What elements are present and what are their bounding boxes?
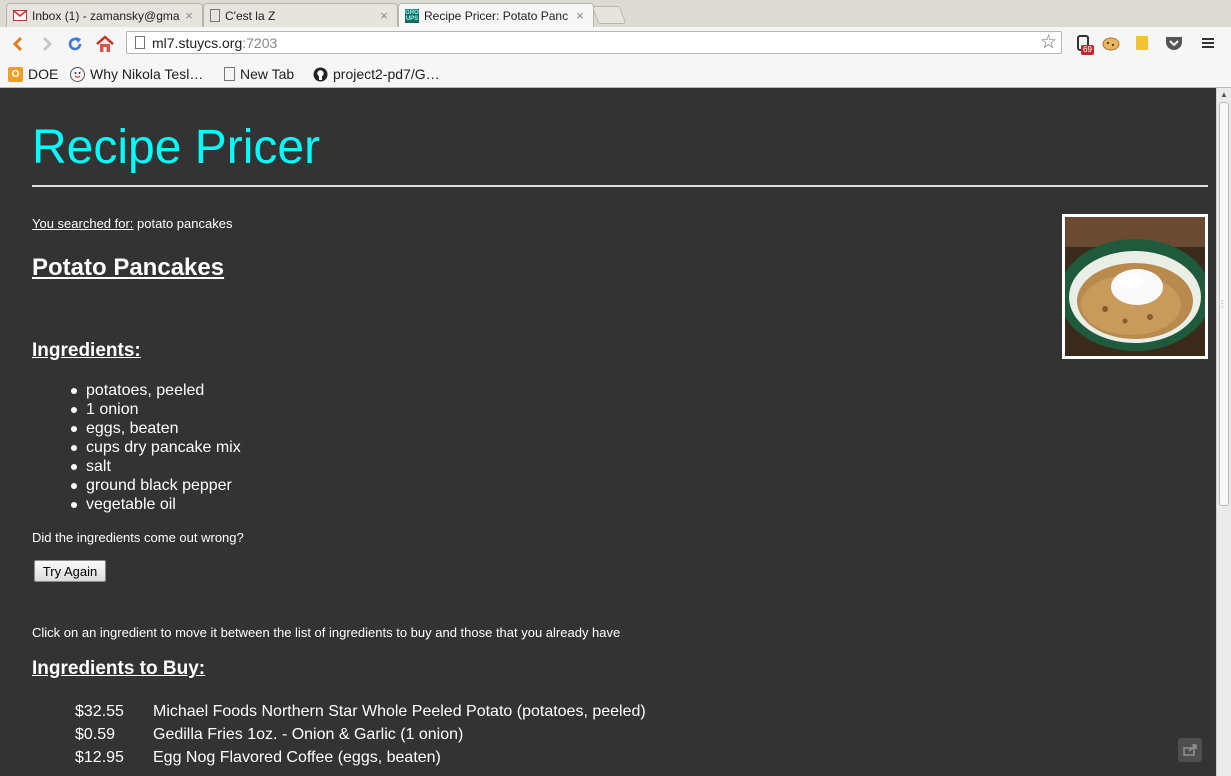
face-icon [70,66,85,82]
new-tab-button[interactable] [591,6,627,24]
page-icon [135,36,145,49]
bookmark-label: DOE [28,66,59,82]
extension-badge: 69 [1081,45,1094,55]
scroll-up-icon[interactable]: ▲ [1220,90,1228,99]
doe-icon: O [8,66,23,82]
url-host: ml7.stuycs.org [152,35,243,51]
ingredients-list: potatoes, peeled 1 onion eggs, beaten cu… [71,381,241,514]
bookmark-label: New Tab [240,66,295,82]
buy-item-row[interactable]: $12.95 Egg Nog Flavored Coffee (eggs, be… [75,748,646,771]
url-text[interactable]: ml7.stuycs.org:7203 [152,35,277,51]
ingredient-item: ground black pepper [71,476,241,495]
divider [32,185,1208,187]
bookmark-label: project2-pd7/G… [333,66,440,82]
bookmark-label: Why Nikola Tesl… [90,66,204,82]
grip-icon: --- [1221,296,1224,311]
buy-item-description: Gedilla Fries 1oz. - Onion & Garlic (1 o… [153,726,464,743]
ingredients-to-buy-heading: Ingredients to Buy: [32,658,206,679]
ingredient-item: salt [71,457,241,476]
buy-item-price: $32.55 [75,703,124,720]
ingredient-item: eggs, beaten [71,419,241,438]
reload-icon[interactable] [63,32,87,56]
vertical-scrollbar[interactable]: ▲ --- [1216,88,1231,776]
cookie-extension-icon[interactable] [1101,33,1121,53]
home-icon[interactable] [93,32,117,56]
bookmark-project2[interactable]: project2-pd7/G… [313,64,440,84]
groups-icon: GRO UPS [405,8,419,23]
ingredient-item: 1 onion [71,400,241,419]
github-icon [313,67,328,82]
notes-extension-icon[interactable] [1132,33,1152,53]
recipe-title[interactable]: Potato Pancakes [32,254,224,282]
instructions-text: Click on an ingredient to move it betwee… [32,625,621,640]
bookmark-new-tab[interactable]: New Tab [224,64,294,84]
tab-title: C'est la Z [225,8,276,23]
buy-item-description: Egg Nog Flavored Coffee (eggs, beaten) [153,749,441,766]
search-summary: You searched for: potato pancakes [32,216,232,231]
page-content: Recipe Pricer You searched for: potato p… [0,88,1216,776]
back-icon[interactable] [6,32,30,56]
bookmarks-bar: O DOE Why Nikola Tesl… New Tab project2-… [0,62,1231,88]
close-icon[interactable]: × [377,8,391,23]
pocket-icon[interactable] [1164,33,1184,53]
buy-item-price: $0.59 [75,726,116,743]
ingredient-item: vegetable oil [71,495,241,514]
gmail-icon [13,9,27,23]
browser-toolbar: ml7.stuycs.org:7203 ☆ 69 [0,27,1231,62]
menu-icon[interactable] [1198,33,1218,53]
close-icon[interactable]: × [573,8,587,23]
buy-item-row[interactable]: $32.55 Michael Foods Northern Star Whole… [75,702,646,725]
extension-counter-icon[interactable]: 69 [1073,33,1094,55]
forward-icon[interactable] [35,32,59,56]
search-query: potato pancakes [133,216,233,231]
url-port: :7203 [242,35,278,51]
bookmark-doe[interactable]: O DOE [8,64,58,84]
bookmark-star-icon[interactable]: ☆ [1040,31,1057,54]
ingredient-item: cups dry pancake mix [71,439,241,456]
tab-title: Recipe Pricer: Potato Panc [424,8,569,23]
scrollbar-thumb[interactable]: --- [1219,102,1229,506]
tab-title: Inbox (1) - zamansky@gma [32,8,180,23]
ingredient-item: potatoes, peeled [71,381,241,400]
ingredients-heading: Ingredients: [32,340,141,361]
bookmark-nikola-tesla[interactable]: Why Nikola Tesl… [70,64,203,84]
buy-item-row[interactable]: $0.59 Gedilla Fries 1oz. - Onion & Garli… [75,725,646,748]
tab-inbox[interactable]: Inbox (1) - zamansky@gma × [6,3,203,27]
address-bar[interactable]: ml7.stuycs.org:7203 ☆ [126,31,1062,54]
close-icon[interactable]: × [182,8,196,23]
page-icon [210,9,220,22]
tab-recipe-pricer[interactable]: GRO UPS Recipe Pricer: Potato Panc × [398,3,594,27]
page-title: Recipe Pricer [32,121,321,174]
buy-list: $32.55 Michael Foods Northern Star Whole… [75,702,646,771]
search-label: You searched for: [32,216,134,231]
share-icon[interactable] [1178,738,1202,762]
page-icon [224,67,235,81]
tab-cest-la-z[interactable]: C'est la Z × [203,3,398,27]
buy-item-description: Michael Foods Northern Star Whole Peeled… [153,703,646,720]
try-again-button[interactable]: Try Again [34,560,106,582]
recipe-photo [1062,214,1208,359]
buy-item-price: $12.95 [75,749,124,766]
wrong-ingredients-prompt: Did the ingredients come out wrong? [32,530,244,545]
tab-strip: Inbox (1) - zamansky@gma × C'est la Z × … [0,0,1231,27]
